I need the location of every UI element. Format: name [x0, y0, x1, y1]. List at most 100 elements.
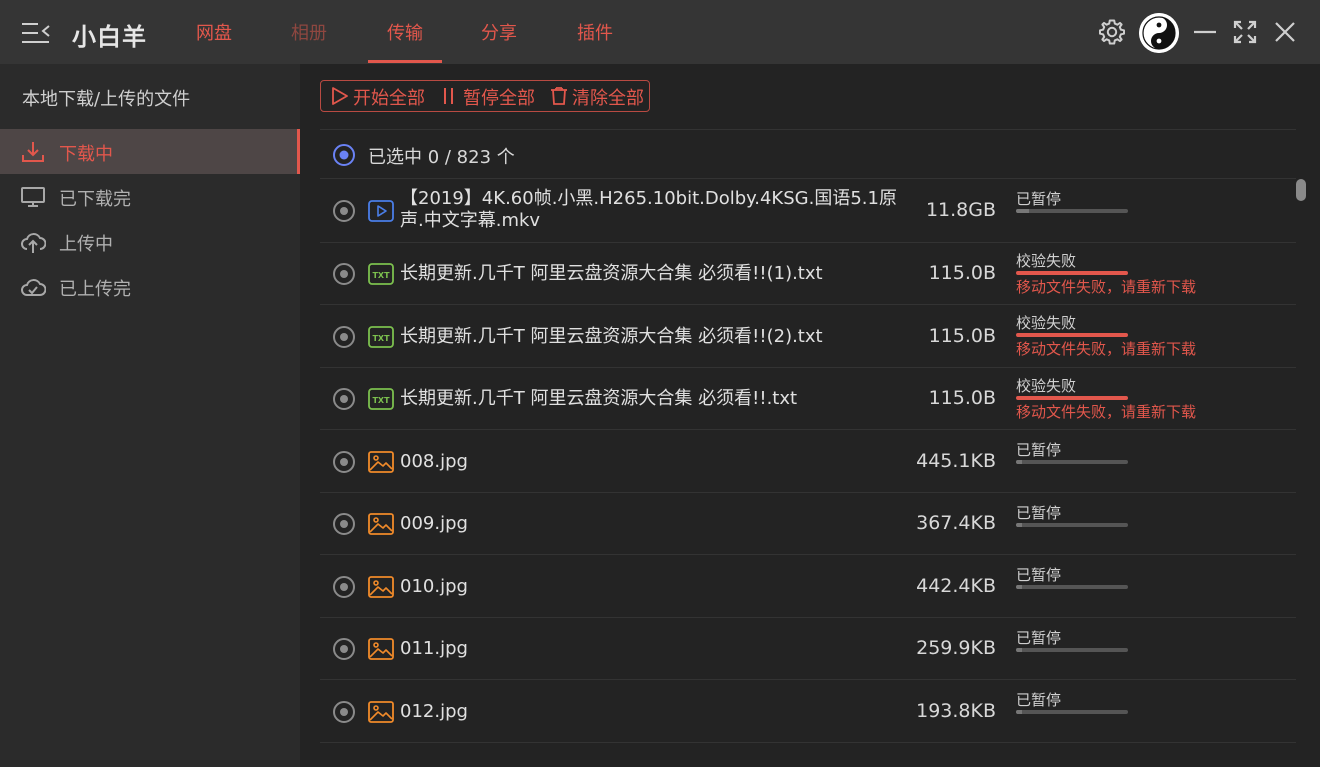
svg-text:TXT: TXT — [372, 334, 390, 343]
sidebar: 本地下载/上传的文件 下载中 已下载完 上传中 已上传完 — [0, 64, 300, 767]
status-text: 已暂停 — [1016, 629, 1062, 647]
tab-disk[interactable]: 网盘 — [196, 19, 232, 45]
file-row[interactable]: TXT 长期更新.几千T 阿里云盘资源大合集 必须看!!(2).txt 115.0B… — [320, 305, 1296, 368]
file-size: 445.1KB — [916, 450, 996, 472]
status-text: 已暂停 — [1016, 190, 1062, 208]
download-icon — [22, 142, 44, 162]
pause-all-label: 暂停全部 — [463, 88, 535, 109]
tab-plugins[interactable]: 插件 — [577, 19, 613, 45]
selection-header: 已选中 0 / 823 个 — [320, 129, 1296, 179]
tab-album[interactable]: 相册 — [291, 19, 327, 45]
radio-icon[interactable] — [332, 262, 356, 286]
file-row[interactable]: 009.jpg 367.4KB 已暂停 — [320, 493, 1296, 555]
pause-icon — [444, 88, 453, 104]
selection-count: 已选中 0 / 823 个 — [368, 147, 515, 168]
active-tab-indicator — [368, 60, 442, 63]
svg-text:TXT: TXT — [372, 396, 390, 405]
radio-icon[interactable] — [332, 199, 356, 223]
scroll-thumb[interactable] — [1296, 179, 1306, 201]
txt-file-icon: TXT — [368, 263, 394, 285]
sidebar-item-label: 已下载完 — [59, 189, 131, 210]
file-size: 259.9KB — [916, 637, 996, 659]
app-title: 小白羊 — [72, 23, 147, 51]
monitor-icon — [21, 187, 45, 207]
avatar[interactable] — [1139, 13, 1179, 53]
sidebar-item-uploading[interactable]: 上传中 — [0, 219, 300, 264]
start-all-button[interactable]: 开始全部 — [331, 81, 433, 111]
txt-file-icon: TXT — [368, 388, 394, 410]
file-row[interactable]: 010.jpg 442.4KB 已暂停 — [320, 555, 1296, 618]
image-file-icon — [368, 638, 394, 660]
status-text: 校验失败 — [1016, 377, 1077, 395]
status-text: 校验失败 — [1016, 314, 1077, 332]
sidebar-item-label: 已上传完 — [59, 279, 131, 300]
file-name: 011.jpg — [400, 638, 468, 659]
clear-all-button[interactable]: 清除全部 — [550, 81, 648, 111]
sidebar-heading: 本地下载/上传的文件 — [22, 89, 191, 110]
video-file-icon — [368, 200, 394, 222]
file-size: 193.8KB — [916, 700, 996, 722]
progress-bar — [1016, 585, 1128, 589]
progress-fill — [1016, 648, 1022, 652]
file-name: 009.jpg — [400, 513, 468, 534]
file-name: 010.jpg — [400, 576, 468, 597]
progress-bar — [1016, 271, 1128, 275]
trash-icon — [551, 87, 567, 105]
file-row[interactable]: TXT 长期更新.几千T 阿里云盘资源大合集 必须看!!(1).txt 115.0B… — [320, 243, 1296, 305]
file-name: 长期更新.几千T 阿里云盘资源大合集 必须看!!(2).txt — [400, 326, 823, 347]
file-name: 长期更新.几千T 阿里云盘资源大合集 必须看!!.txt — [400, 388, 798, 409]
file-name: 012.jpg — [400, 701, 468, 722]
progress-fill — [1016, 209, 1030, 213]
progress-bar — [1016, 648, 1128, 652]
error-message: 移动文件失败，请重新下载 — [1016, 403, 1197, 421]
file-name: 长期更新.几千T 阿里云盘资源大合集 必须看!!(1).txt — [400, 263, 823, 284]
radio-icon[interactable] — [332, 637, 356, 661]
status-text: 已暂停 — [1016, 566, 1062, 584]
radio-icon[interactable] — [332, 450, 356, 474]
cloud-check-icon — [21, 279, 46, 296]
menu-collapse-icon[interactable] — [22, 22, 50, 44]
scrollbar[interactable] — [1296, 179, 1306, 767]
file-row[interactable]: 008.jpg 445.1KB 已暂停 — [320, 430, 1296, 493]
sidebar-item-label: 下载中 — [59, 144, 113, 165]
radio-icon[interactable] — [332, 575, 356, 599]
image-file-icon — [368, 513, 394, 535]
file-size: 115.0B — [928, 387, 996, 409]
progress-bar — [1016, 523, 1128, 527]
radio-icon[interactable] — [332, 387, 356, 411]
radio-icon[interactable] — [332, 700, 356, 724]
progress-bar — [1016, 710, 1128, 714]
progress-bar — [1016, 460, 1128, 464]
file-row[interactable]: 【2019】4K.60帧.小黑.H265.10bit.Dolby.4KSG.国语… — [320, 179, 1296, 243]
sidebar-item-downloading[interactable]: 下载中 — [0, 129, 300, 174]
status-text: 校验失败 — [1016, 252, 1077, 270]
minimize-icon[interactable] — [1190, 17, 1220, 47]
select-all-radio-icon[interactable] — [332, 143, 356, 167]
close-icon[interactable] — [1270, 17, 1300, 47]
txt-file-icon: TXT — [368, 326, 394, 348]
radio-icon[interactable] — [332, 512, 356, 536]
fullscreen-icon[interactable] — [1230, 17, 1260, 47]
tab-share[interactable]: 分享 — [481, 19, 517, 45]
progress-fill — [1016, 460, 1022, 464]
transfer-toolbar: 开始全部 暂停全部 清除全部 — [320, 80, 650, 112]
file-row[interactable]: TXT 长期更新.几千T 阿里云盘资源大合集 必须看!!.txt 115.0B 校验失… — [320, 368, 1296, 430]
sidebar-item-uploaded[interactable]: 已上传完 — [0, 264, 300, 309]
sidebar-item-downloaded[interactable]: 已下载完 — [0, 174, 300, 219]
clear-all-label: 清除全部 — [572, 88, 644, 109]
pause-all-button[interactable]: 暂停全部 — [441, 81, 543, 111]
file-row[interactable]: 011.jpg 259.9KB 已暂停 — [320, 618, 1296, 680]
tab-transfer[interactable]: 传输 — [387, 19, 423, 45]
status-text: 已暂停 — [1016, 441, 1062, 459]
file-size: 115.0B — [928, 262, 996, 284]
progress-fill — [1016, 585, 1022, 589]
file-row[interactable]: 012.jpg 193.8KB 已暂停 — [320, 680, 1296, 743]
file-size: 11.8GB — [925, 199, 996, 221]
start-all-label: 开始全部 — [353, 88, 425, 109]
radio-icon[interactable] — [332, 325, 356, 349]
progress-fill — [1016, 710, 1022, 714]
gear-icon[interactable] — [1097, 17, 1127, 47]
image-file-icon — [368, 701, 394, 723]
title-bar: 小白羊 网盘 相册 传输 分享 插件 — [0, 0, 1320, 64]
status-text: 已暂停 — [1016, 691, 1062, 709]
